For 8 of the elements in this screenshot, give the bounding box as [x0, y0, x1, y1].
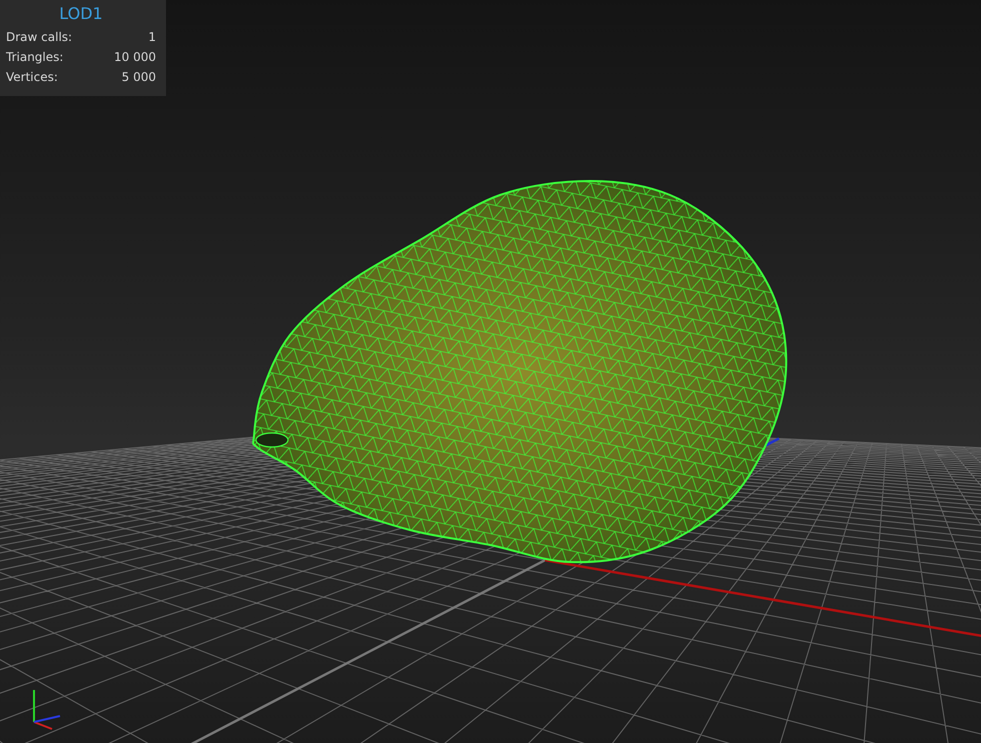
axis-gizmo-icon	[33, 690, 60, 730]
stat-label: Vertices:	[6, 69, 58, 86]
lod-title: LOD1	[58, 4, 104, 23]
stat-value: 10 000	[114, 49, 156, 66]
stat-value: 5 000	[122, 69, 156, 86]
stat-label: Draw calls:	[6, 29, 72, 46]
stat-label: Triangles:	[6, 49, 64, 66]
stat-value: 1	[148, 29, 156, 46]
